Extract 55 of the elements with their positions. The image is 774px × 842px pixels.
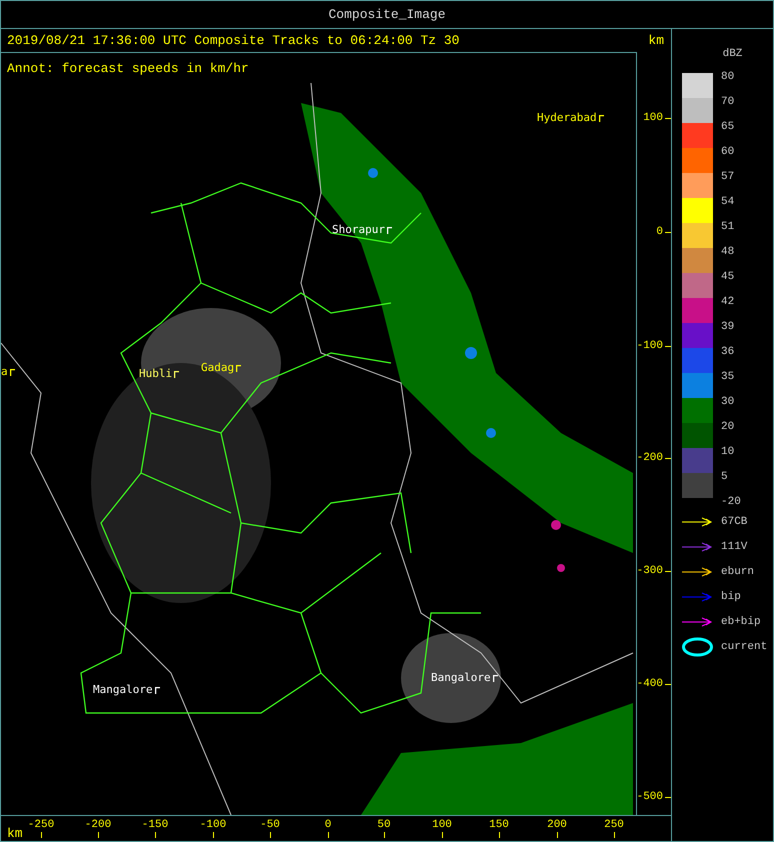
x-axis-label: 250 bbox=[604, 818, 624, 832]
y-axis-label: -200 bbox=[636, 451, 663, 465]
scale-label: 80 bbox=[721, 70, 734, 82]
y-axis-label: 0 bbox=[656, 225, 663, 239]
x-axis-label: -150 bbox=[142, 818, 168, 832]
annotation-text: Annot: forecast speeds in km/hr bbox=[7, 60, 249, 78]
place-label: Hubli bbox=[139, 367, 172, 381]
place-label: a bbox=[1, 365, 8, 379]
x-axis-unit: km bbox=[7, 825, 23, 841]
scale-label: 30 bbox=[721, 396, 734, 408]
place-label: Mangalore bbox=[93, 683, 153, 697]
scale-label: 65 bbox=[721, 120, 734, 132]
track-label: eburn bbox=[721, 564, 754, 580]
legend-unit: dBZ bbox=[722, 47, 742, 62]
unit-label: km bbox=[648, 32, 664, 50]
track-label: bip bbox=[721, 590, 741, 605]
place-label: Hyderabad bbox=[537, 111, 597, 125]
window-title: Composite_Image bbox=[328, 6, 446, 24]
place-label: Gadag bbox=[201, 361, 234, 375]
x-axis-label: -100 bbox=[200, 818, 226, 832]
track-label: 111V bbox=[721, 540, 748, 555]
scale-label: 20 bbox=[721, 420, 734, 432]
scale-label: 5 bbox=[721, 470, 728, 482]
y-axis-label: 100 bbox=[643, 111, 663, 125]
scale-label: 70 bbox=[721, 96, 734, 108]
x-axis-label: 0 bbox=[324, 818, 332, 832]
x-axis-label: -50 bbox=[260, 818, 280, 832]
x-axis-label: -250 bbox=[28, 818, 54, 832]
scale-label: 39 bbox=[721, 320, 734, 332]
x-axis-label: 150 bbox=[489, 818, 509, 832]
scale-label: 48 bbox=[721, 246, 734, 258]
scale-label: 10 bbox=[721, 446, 734, 458]
y-axis-label: -300 bbox=[636, 564, 663, 578]
header-caption: 2019/08/21 17:36:00 UTC Composite Tracks to 06:24:00 Tz 30 bbox=[7, 32, 460, 50]
scale-label: -20 bbox=[721, 496, 741, 508]
track-label: eb+bip bbox=[721, 614, 761, 630]
track-label: 67CB bbox=[721, 514, 748, 530]
scale-label: 45 bbox=[721, 270, 734, 282]
x-axis-label: -200 bbox=[84, 818, 112, 832]
scale-label: 42 bbox=[721, 296, 734, 308]
place-label: Bangalore bbox=[431, 671, 491, 685]
scale-label: 35 bbox=[721, 370, 734, 382]
scale-label: 51 bbox=[721, 220, 734, 232]
x-axis-label: 50 bbox=[377, 818, 391, 832]
y-axis-label: -500 bbox=[636, 790, 663, 804]
scale-label: 54 bbox=[721, 196, 734, 208]
x-axis-label: 200 bbox=[547, 818, 567, 832]
scale-label: 60 bbox=[721, 146, 734, 158]
place-label: Shorapur bbox=[332, 223, 385, 237]
x-axis-label: 100 bbox=[432, 818, 452, 832]
y-axis-label: -400 bbox=[636, 677, 663, 691]
track-label: current bbox=[721, 640, 768, 655]
y-axis-label: -100 bbox=[636, 339, 663, 353]
scale-label: 57 bbox=[721, 170, 734, 182]
scale-label: 36 bbox=[721, 346, 734, 358]
